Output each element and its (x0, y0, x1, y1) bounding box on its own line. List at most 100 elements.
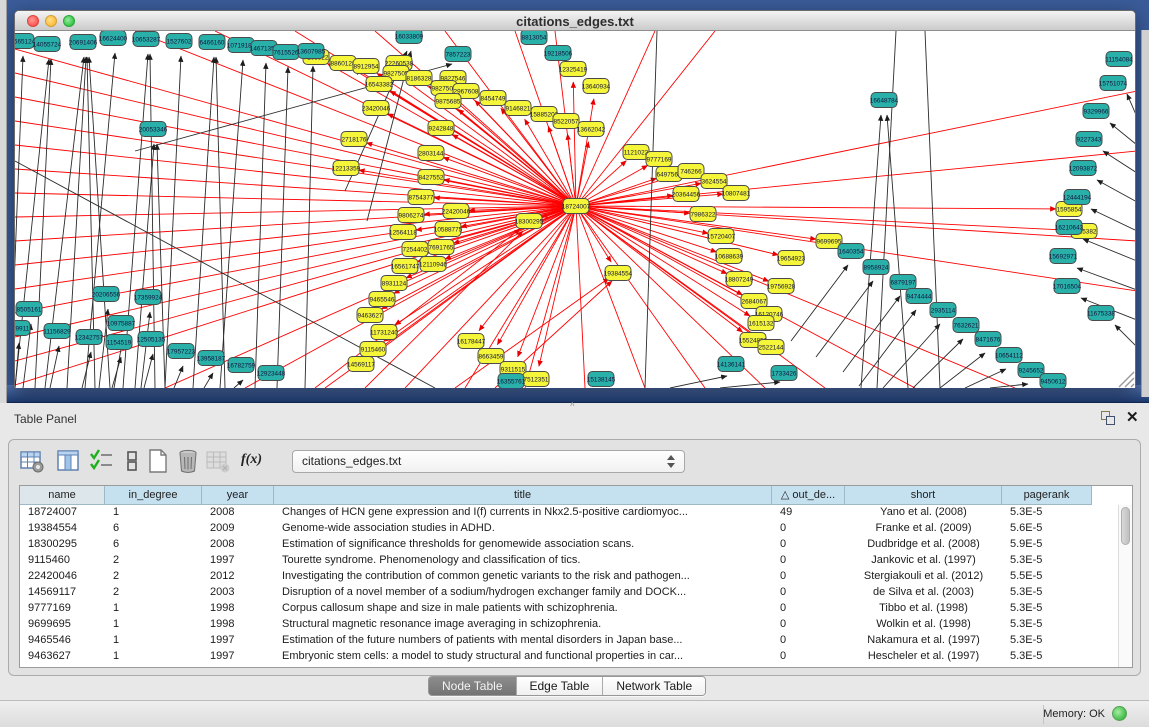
table-cell[interactable]: 9463627 (20, 649, 105, 665)
column-header-title[interactable]: title (274, 486, 772, 505)
graph-node[interactable]: 8454749 (480, 91, 506, 106)
table-cell[interactable]: 5.9E-5 (1002, 537, 1092, 553)
delete-trash-icon[interactable] (175, 448, 201, 474)
graph-node[interactable]: 16355761 (497, 374, 526, 389)
graph-node[interactable]: 15751074 (1099, 76, 1128, 91)
table-cell[interactable]: Yano et al. (2008) (845, 505, 1002, 521)
graph-node[interactable]: 8663459 (478, 349, 504, 364)
column-header-year[interactable]: year (202, 486, 274, 505)
graph-node[interactable]: 16561747 (391, 259, 420, 274)
table-cell[interactable]: 5.3E-5 (1002, 649, 1092, 665)
graph-node[interactable]: 8471676 (975, 332, 1001, 347)
tab-network-table[interactable]: Network Table (602, 677, 705, 695)
table-row[interactable]: 946554611997Estimation of the future num… (20, 633, 1092, 649)
show-columns-icon[interactable] (55, 448, 81, 474)
table-cell[interactable]: 0 (772, 537, 845, 553)
graph-node[interactable]: 9245652 (1018, 363, 1044, 378)
graph-node[interactable]: 7691765 (428, 240, 454, 255)
table-cell[interactable]: 1 (105, 505, 202, 521)
unselect-rows-icon[interactable] (119, 448, 145, 474)
graph-node[interactable]: 9450612 (1040, 374, 1066, 389)
table-cell[interactable]: 2 (105, 553, 202, 569)
table-cell[interactable]: 2008 (202, 505, 274, 521)
graph-node[interactable]: 9875685 (435, 94, 461, 109)
graph-node[interactable]: 10807481 (722, 186, 751, 201)
graph-node[interactable]: 1527602 (166, 34, 192, 49)
graph-node[interactable]: 19654923 (777, 251, 806, 266)
graph-node[interactable]: 13662042 (577, 122, 606, 137)
column-header-in_degree[interactable]: in_degree (105, 486, 202, 505)
table-cell[interactable]: 1997 (202, 633, 274, 649)
graph-node[interactable]: 16178447 (457, 334, 486, 349)
graph-node[interactable]: 10975887 (107, 316, 136, 331)
panel-divider-handle[interactable]: ˄ (570, 400, 575, 409)
table-row[interactable]: 1456911722003Disruption of a novel membe… (20, 585, 1092, 601)
graph-node[interactable]: 12213359 (332, 161, 361, 176)
table-cell[interactable]: 14569117 (20, 585, 105, 601)
table-cell[interactable]: 9777169 (20, 601, 105, 617)
table-cell[interactable]: Disruption of a novel member of a sodium… (274, 585, 772, 601)
table-cell[interactable]: 9699695 (20, 617, 105, 633)
graph-node[interactable]: 11156829 (43, 324, 71, 339)
graph-node[interactable]: 1640354 (838, 244, 864, 259)
graph-node[interactable]: 746266 (678, 164, 704, 179)
graph-node[interactable]: 9115460 (360, 342, 386, 357)
graph-node[interactable]: 2803144 (418, 146, 444, 161)
graph-node[interactable]: 8813054 (521, 31, 547, 45)
table-cell[interactable]: 9465546 (20, 633, 105, 649)
table-cell[interactable]: Tibbo et al. (1998) (845, 601, 1002, 617)
graph-node[interactable]: 12505135 (137, 332, 166, 347)
table-row[interactable]: 946362711997Embryonic stem cells: a mode… (20, 649, 1092, 665)
graph-node[interactable]: 8505161 (16, 302, 42, 317)
graph-node[interactable]: 10588775 (434, 222, 463, 237)
table-row[interactable]: 969969511998Structural magnetic resonanc… (20, 617, 1092, 633)
graph-node[interactable]: 7254402 (402, 242, 428, 257)
table-cell[interactable]: 5.3E-5 (1002, 601, 1092, 617)
graph-node[interactable]: 18807249 (725, 272, 754, 287)
graph-node[interactable]: 19218506 (544, 46, 573, 61)
table-cell[interactable]: 5.5E-5 (1002, 569, 1092, 585)
table-cell[interactable]: Estimation of significance thresholds fo… (274, 537, 772, 553)
table-cell[interactable]: 22420046 (20, 569, 105, 585)
graph-node[interactable]: 7512351 (523, 372, 549, 387)
table-row[interactable]: 1830029562008Estimation of significance … (20, 537, 1092, 553)
table-cell[interactable]: 18300295 (20, 537, 105, 553)
graph-node[interactable]: 9227343 (1076, 132, 1102, 147)
graph-node[interactable]: 3624554 (701, 174, 727, 189)
table-cell[interactable]: Changes of HCN gene expression and I(f) … (274, 505, 772, 521)
table-row[interactable]: 1872400712008Changes of HCN gene express… (20, 505, 1092, 521)
table-cell[interactable]: 2008 (202, 537, 274, 553)
graph-node[interactable]: 1154519 (106, 335, 132, 350)
tab-node-table[interactable]: Node Table (429, 677, 516, 695)
graph-node[interactable]: 9474444 (906, 289, 932, 304)
table-scrollbar-thumb[interactable] (1121, 507, 1130, 545)
column-header-short[interactable]: short (845, 486, 1002, 505)
table-cell[interactable]: Jankovic et al. (1997) (845, 553, 1002, 569)
graph-node[interactable]: 8931124 (381, 276, 407, 291)
graph-node[interactable]: 14569117 (347, 357, 375, 372)
table-cell[interactable]: 6 (105, 537, 202, 553)
table-cell[interactable]: Wolkin et al. (1998) (845, 617, 1002, 633)
graph-node[interactable]: 20691406 (69, 35, 98, 50)
graph-node[interactable]: 9806274 (398, 208, 424, 223)
table-cell[interactable]: Investigating the contribution of common… (274, 569, 772, 585)
graph-node[interactable]: 6466160 (199, 35, 225, 50)
graph-node[interactable]: 2718176 (341, 132, 367, 147)
table-cell[interactable]: 1 (105, 649, 202, 665)
table-cell[interactable]: 0 (772, 521, 845, 537)
table-cell[interactable]: 1 (105, 633, 202, 649)
table-row[interactable]: 2242004622012Investigating the contribut… (20, 569, 1092, 585)
table-scrollbar[interactable] (1118, 505, 1132, 667)
table-cell[interactable]: 5.3E-5 (1002, 505, 1092, 521)
graph-node[interactable]: 11154084 (1105, 52, 1133, 67)
table-cell[interactable]: 0 (772, 553, 845, 569)
graph-node[interactable]: 3919911 (15, 321, 30, 336)
column-header-name[interactable]: name (20, 486, 105, 505)
graph-node[interactable]: 19756928 (767, 279, 796, 294)
graph-node[interactable]: 9777169 (646, 152, 672, 167)
graph-node[interactable]: 14136141 (717, 357, 746, 372)
graph-node[interactable]: 1733426 (771, 366, 797, 381)
table-cell[interactable]: Nakamura et al. (1997) (845, 633, 1002, 649)
network-canvas[interactable]: 1872400718300295193845547163822886012889… (15, 31, 1135, 388)
select-all-icon[interactable] (89, 448, 115, 474)
